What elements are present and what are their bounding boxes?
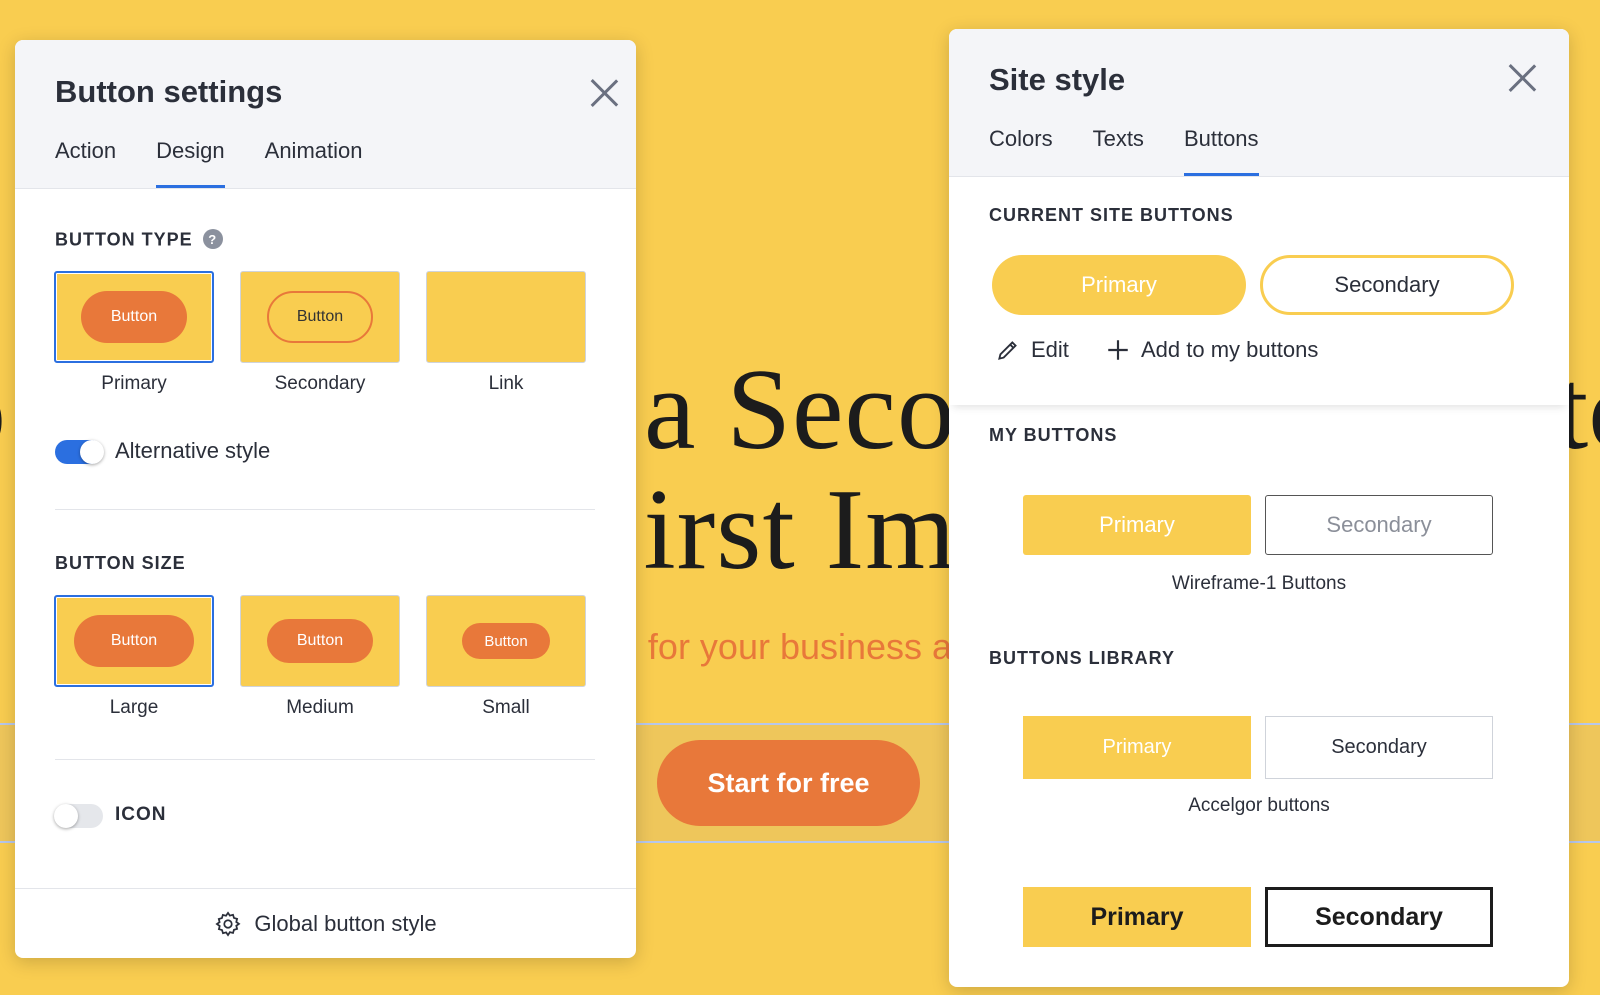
library-primary-button[interactable]: Primary bbox=[1023, 716, 1251, 779]
library-primary-button-bold[interactable]: Primary bbox=[1023, 887, 1251, 947]
hero-heading-left-fragment: o bbox=[0, 352, 6, 468]
alternative-style-label: Alternative style bbox=[115, 438, 271, 463]
global-button-style-label: Global button style bbox=[254, 910, 437, 936]
close-icon[interactable] bbox=[588, 77, 620, 109]
edit-button[interactable]: Edit bbox=[995, 337, 1069, 363]
button-type-text: BUTTON TYPE bbox=[55, 229, 193, 250]
button-settings-panel: Button settings Action Design Animation … bbox=[15, 40, 636, 958]
tab-colors[interactable]: Colors bbox=[989, 126, 1053, 176]
preview-button: Button bbox=[267, 619, 373, 663]
thumb-caption: Large bbox=[109, 697, 159, 718]
preview-button: Button bbox=[267, 291, 373, 343]
thumb-caption: Primary bbox=[101, 373, 167, 394]
current-secondary-button[interactable]: Secondary bbox=[1260, 255, 1514, 315]
wireframe-buttons-caption: Wireframe-1 Buttons bbox=[1171, 573, 1347, 594]
button-type-primary[interactable]: Button bbox=[54, 271, 214, 363]
button-settings-tabs: Action Design Animation bbox=[55, 138, 402, 188]
buttons-library-label: BUTTONS LIBRARY bbox=[989, 648, 1175, 668]
preview-button: Button bbox=[462, 623, 550, 659]
site-style-tabs: Colors Texts Buttons bbox=[989, 126, 1299, 176]
button-type-label: BUTTON TYPE? bbox=[55, 229, 223, 251]
close-icon[interactable] bbox=[1506, 62, 1538, 94]
help-icon[interactable]: ? bbox=[202, 229, 223, 249]
toggle-knob bbox=[54, 804, 78, 828]
button-size-small[interactable]: Button bbox=[426, 595, 586, 687]
pencil-icon bbox=[998, 341, 1017, 360]
add-to-my-buttons-label: Add to my buttons bbox=[1141, 337, 1319, 362]
accelgor-buttons-caption: Accelgor buttons bbox=[1188, 795, 1330, 816]
thumb-caption: Secondary bbox=[274, 373, 366, 394]
preview-button: Button bbox=[74, 615, 194, 667]
toggle-knob bbox=[80, 440, 104, 464]
tab-animation[interactable]: Animation bbox=[265, 138, 363, 188]
icon-toggle[interactable] bbox=[54, 804, 103, 828]
plus-icon bbox=[1108, 340, 1128, 360]
site-style-header: Site style Colors Texts Buttons bbox=[949, 29, 1569, 177]
button-settings-header: Button settings Action Design Animation bbox=[15, 40, 636, 189]
button-type-link[interactable] bbox=[426, 271, 586, 363]
library-secondary-button-bold[interactable]: Secondary bbox=[1265, 887, 1493, 947]
divider bbox=[55, 759, 595, 760]
icon-label: ICON bbox=[115, 804, 167, 825]
tab-texts[interactable]: Texts bbox=[1093, 126, 1144, 176]
panel-title: Site style bbox=[989, 62, 1126, 97]
button-size-large[interactable]: Button bbox=[54, 595, 214, 687]
alternative-style-toggle[interactable] bbox=[55, 440, 104, 464]
preview-button: Button bbox=[81, 291, 187, 343]
tab-buttons[interactable]: Buttons bbox=[1183, 126, 1259, 176]
button-size-medium[interactable]: Button bbox=[240, 595, 400, 687]
divider bbox=[55, 509, 595, 510]
start-for-free-button[interactable]: Start for free bbox=[657, 740, 920, 826]
edit-label: Edit bbox=[1031, 337, 1069, 362]
button-type-secondary[interactable]: Button bbox=[240, 271, 400, 363]
thumb-caption: Link bbox=[488, 373, 524, 394]
global-button-style-link[interactable]: Global button style bbox=[15, 888, 636, 958]
tab-action[interactable]: Action bbox=[55, 138, 116, 188]
my-buttons-label: MY BUTTONS bbox=[989, 425, 1118, 445]
current-primary-button[interactable]: Primary bbox=[992, 255, 1246, 315]
site-style-panel: Site style Colors Texts Buttons CURRENT … bbox=[949, 29, 1569, 987]
current-site-buttons-label: CURRENT SITE BUTTONS bbox=[989, 205, 1234, 225]
panel-title: Button settings bbox=[55, 74, 283, 109]
thumb-caption: Small bbox=[482, 697, 530, 718]
library-secondary-button[interactable]: Secondary bbox=[1265, 716, 1493, 779]
thumb-caption: Medium bbox=[286, 697, 354, 718]
my-primary-button[interactable]: Primary bbox=[1023, 495, 1251, 555]
my-secondary-button[interactable]: Secondary bbox=[1265, 495, 1493, 555]
button-size-label: BUTTON SIZE bbox=[55, 553, 186, 573]
tab-design[interactable]: Design bbox=[156, 138, 226, 188]
current-site-buttons-section: CURRENT SITE BUTTONS Primary Secondary E… bbox=[949, 177, 1569, 405]
add-to-my-buttons-button[interactable]: Add to my buttons bbox=[1105, 337, 1318, 363]
gear-icon bbox=[215, 910, 241, 937]
